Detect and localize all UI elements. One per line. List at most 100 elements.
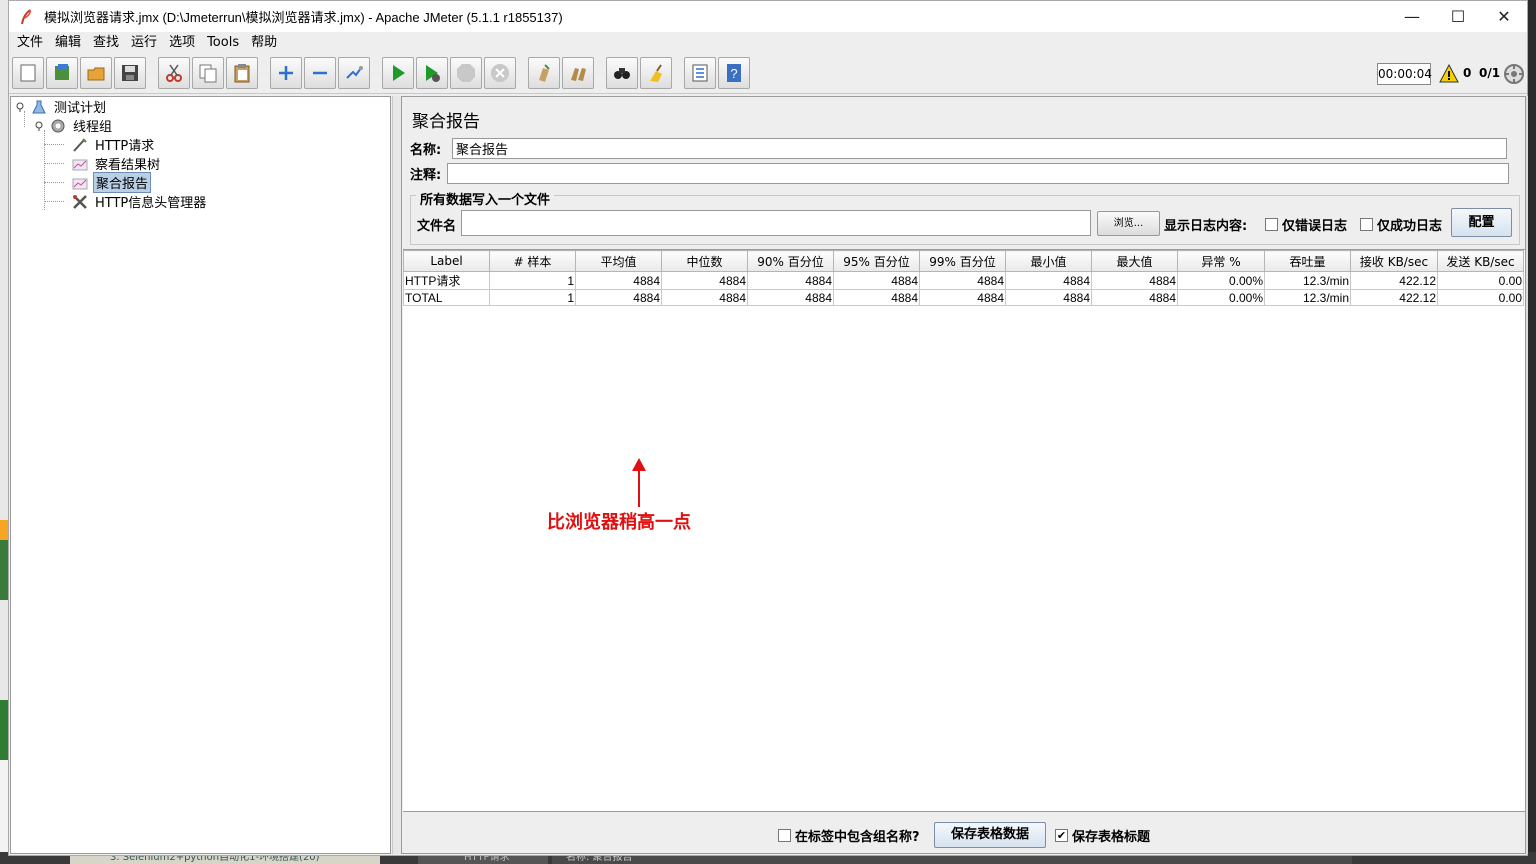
table-cell: 12.3/min: [1264, 271, 1351, 290]
table-row[interactable]: TOTAL 1 4884 4884 4884 4884 4884 4884 48…: [403, 289, 1524, 306]
menu-edit[interactable]: 编辑: [49, 32, 87, 54]
jmeter-feather-icon: [18, 8, 34, 25]
desktop-background: [0, 0, 8, 864]
clear-all-button[interactable]: [562, 57, 594, 89]
tree-item-label: 聚合报告: [93, 172, 152, 193]
column-header[interactable]: 90% 百分位: [747, 250, 834, 272]
tree-item-label: 线程组: [73, 120, 113, 135]
close-button[interactable]: ✕: [1481, 1, 1527, 32]
save-header-checkbox[interactable]: ✔: [1055, 829, 1068, 842]
annotation-text: 比浏览器稍高一点: [547, 512, 691, 533]
tree-item-aggregate-report[interactable]: 聚合报告: [71, 172, 152, 193]
reset-search-icon: [650, 64, 662, 82]
start-icon: [393, 65, 405, 81]
save-button[interactable]: [114, 57, 146, 89]
filename-label: 文件名: [417, 219, 457, 234]
menu-run[interactable]: 运行: [125, 32, 163, 54]
menu-bar: 文件 编辑 查找 运行 选项 Tools 帮助: [9, 32, 1527, 54]
success-only-checkbox[interactable]: [1360, 218, 1373, 231]
panel-splitter[interactable]: [392, 96, 401, 854]
browse-button[interactable]: 浏览...: [1097, 211, 1160, 236]
open-button[interactable]: [80, 57, 112, 89]
column-header[interactable]: 异常 %: [1177, 250, 1265, 272]
table-cell: 0.00%: [1177, 271, 1265, 290]
comment-label: 注释:: [410, 167, 442, 183]
comment-field[interactable]: [447, 162, 1509, 184]
toggle-button[interactable]: [338, 57, 370, 89]
tree-toggle-icon[interactable]: [16, 102, 26, 112]
table-cell: 12.3/min: [1264, 289, 1351, 306]
jmeter-window: 模拟浏览器请求.jmx (D:\Jmeterrun\模拟浏览器请求.jmx) -…: [8, 0, 1528, 856]
maximize-button[interactable]: ☐: [1435, 1, 1481, 32]
column-header[interactable]: 中位数: [661, 250, 748, 272]
column-header[interactable]: 95% 百分位: [833, 250, 920, 272]
listener-icon: [71, 174, 89, 192]
tree-item-http-request[interactable]: HTTP请求: [71, 135, 156, 154]
new-button[interactable]: [12, 57, 44, 89]
tree-item-label: 察看结果树: [95, 158, 161, 173]
collapse-all-button[interactable]: [304, 57, 336, 89]
window-title: 模拟浏览器请求.jmx (D:\Jmeterrun\模拟浏览器请求.jmx) -…: [44, 10, 563, 25]
tree-item-thread-group[interactable]: 线程组: [35, 116, 114, 135]
table-cell: 4884: [1091, 289, 1178, 306]
column-header[interactable]: 最小值: [1005, 250, 1092, 272]
tree-item-test-plan[interactable]: 测试计划: [16, 97, 108, 116]
shutdown-icon: [491, 64, 509, 82]
bottom-actions: 在标签中包含组名称? 保存表格数据 ✔ 保存表格标题: [402, 815, 1525, 853]
menu-options[interactable]: 选项: [163, 32, 201, 54]
function-helper-button[interactable]: [684, 57, 716, 89]
start-no-pause-button[interactable]: [416, 57, 448, 89]
config-tools-icon: [71, 193, 89, 211]
tree-item-header-manager[interactable]: HTTP信息头管理器: [71, 192, 208, 211]
cut-button[interactable]: [158, 57, 190, 89]
menu-search[interactable]: 查找: [87, 32, 125, 54]
column-header[interactable]: 接收 KB/sec: [1350, 250, 1438, 272]
paste-button[interactable]: [226, 57, 258, 89]
column-header[interactable]: 平均值: [575, 250, 662, 272]
reset-search-button[interactable]: [640, 57, 672, 89]
name-field[interactable]: [452, 137, 1507, 159]
table-cell: 0.00: [1437, 271, 1524, 290]
table-cell: 4884: [661, 271, 748, 290]
tree-toggle-icon[interactable]: [35, 121, 45, 131]
menu-file[interactable]: 文件: [11, 32, 49, 54]
errors-only-checkbox[interactable]: [1265, 218, 1278, 231]
column-header[interactable]: 发送 KB/sec: [1437, 250, 1524, 272]
shutdown-button[interactable]: [484, 57, 516, 89]
menu-help[interactable]: 帮助: [245, 32, 283, 54]
table-cell: 0.00: [1437, 289, 1524, 306]
column-header[interactable]: Label: [403, 250, 490, 272]
tree-item-view-results-tree[interactable]: 察看结果树: [71, 154, 162, 173]
menu-tools[interactable]: Tools: [201, 32, 245, 54]
column-header[interactable]: # 样本: [489, 250, 576, 272]
stop-icon: [457, 64, 475, 82]
test-plan-icon: [30, 98, 48, 116]
minimize-button[interactable]: —: [1389, 1, 1435, 32]
table-row[interactable]: HTTP请求 1 4884 4884 4884 4884 4884 4884 4…: [403, 271, 1524, 290]
copy-button[interactable]: [192, 57, 224, 89]
configure-button[interactable]: 配置: [1451, 208, 1512, 237]
templates-button[interactable]: [46, 57, 78, 89]
help-button[interactable]: ?: [718, 57, 750, 89]
start-button[interactable]: [382, 57, 414, 89]
warning-icon[interactable]: [1439, 64, 1459, 84]
search-button[interactable]: [606, 57, 638, 89]
save-table-data-button[interactable]: 保存表格数据: [934, 822, 1046, 848]
filename-input[interactable]: [461, 210, 1091, 236]
cut-icon: [166, 64, 182, 82]
warning-count: 0: [1463, 66, 1472, 80]
table-cell: 422.12: [1350, 271, 1438, 290]
function-helper-icon: [692, 64, 708, 82]
clear-button[interactable]: [528, 57, 560, 89]
annotation-arrow-icon: [632, 458, 646, 507]
maximize-icon: ☐: [1450, 7, 1466, 26]
column-header[interactable]: 吞吐量: [1264, 250, 1351, 272]
table-cell: 1: [489, 289, 576, 306]
table-cell: 4884: [833, 271, 920, 290]
column-header[interactable]: 99% 百分位: [919, 250, 1006, 272]
include-group-checkbox[interactable]: [778, 829, 791, 842]
expand-all-button[interactable]: [270, 57, 302, 89]
column-header[interactable]: 最大值: [1091, 250, 1178, 272]
table-cell: 4884: [919, 289, 1006, 306]
stop-button[interactable]: [450, 57, 482, 89]
